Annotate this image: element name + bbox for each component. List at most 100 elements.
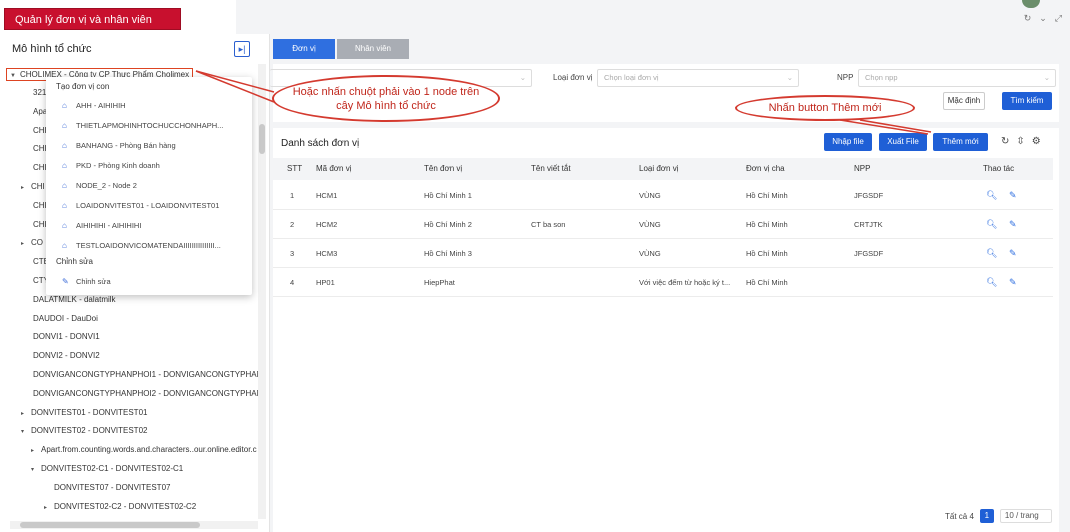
tab-don-vi[interactable]: Đơn vị	[273, 39, 335, 59]
home-icon: ⌂	[62, 141, 67, 150]
column-header: Đơn vị cha	[746, 164, 785, 173]
import-file-button[interactable]: Nhập file	[824, 133, 872, 151]
caret-icon[interactable]: ▸	[21, 410, 31, 417]
edit-icon[interactable]: ✎	[1009, 248, 1017, 259]
top-bar: Quản lý đơn vị và nhân viên ↻ ⌄ ⤢	[0, 0, 1070, 34]
pencil-icon: ✎	[62, 277, 69, 286]
page-size-select[interactable]: 10 / trang	[999, 509, 1052, 523]
caret-icon[interactable]: ▸	[44, 504, 54, 511]
column-header: Mã đơn vị	[316, 164, 352, 173]
table-row: 4 HP01 HiepPhat Với việc đếm từ hoặc ký t..…	[273, 268, 1053, 297]
caret-icon[interactable]: ▸	[21, 184, 31, 191]
caret-icon[interactable]: ▾	[21, 428, 31, 435]
tree-vertical-scrollbar[interactable]	[258, 64, 266, 519]
caret-icon[interactable]: ▾	[31, 466, 41, 473]
tree-node[interactable]: ▸ DONVITEST01 - DONVITEST01	[21, 408, 147, 417]
tree-node[interactable]: CHI	[33, 201, 47, 210]
edit-icon[interactable]: ✎	[1009, 219, 1017, 230]
context-menu-item[interactable]: ⌂ PKD - Phòng Kinh doanh	[62, 161, 160, 170]
npp-label: NPP	[837, 73, 854, 82]
chevron-down-icon[interactable]: ⌄	[1039, 13, 1047, 24]
table-header: STT Mã đơn vị Tên đơn vị Tên viết tắt Loại đ…	[273, 158, 1053, 180]
context-menu-item[interactable]: ⌂ BANHANG - Phòng Bán hàng	[62, 141, 176, 150]
tree-node[interactable]: DONVIGANCONGTYPHANPHOI1 - DONVIGANCONGTY…	[33, 370, 258, 379]
tab-nhan-vien[interactable]: Nhân viên	[337, 39, 409, 59]
context-menu-item[interactable]: ⌂ LOAIDONVITEST01 - LOAIDONVITEST01	[62, 201, 219, 210]
tree-node[interactable]: DONVI2 - DONVI2	[33, 351, 100, 360]
tree-node[interactable]: CHI	[33, 163, 47, 172]
tree-node[interactable]: ▸ DONVITEST02-C2 - DONVITEST02-C2	[44, 502, 196, 511]
export-file-button[interactable]: Xuất File	[879, 133, 927, 151]
context-menu-item[interactable]: ⌂ THIETLAPMOHINHTOCHUCCHONHAPH...	[62, 121, 223, 130]
list-toolbar-icons: ↻ ⇳ ⚙	[1001, 136, 1041, 147]
table-row: 3 HCM3 Hồ Chí Minh 3 VÙNG Hồ Chí Minh JFGSDF 🔍…	[273, 239, 1053, 268]
unit-type-select[interactable]: Chọn loại đơn vị ⌄	[597, 69, 799, 87]
table-cell: Hồ Chí Minh	[746, 278, 788, 287]
caret-down-icon: ▼	[10, 73, 16, 79]
tree-node[interactable]: 321	[33, 88, 46, 97]
context-menu-item[interactable]: ⌂ NODE_2 - Node 2	[62, 181, 137, 190]
tree-node[interactable]: DONVITEST07 - DONVITEST07	[54, 483, 170, 492]
tree-node[interactable]: ▸ CHI	[21, 182, 45, 191]
table-row: 1 HCM1 Hồ Chí Minh 1 VÙNG Hồ Chí Minh JFGSDF 🔍…	[273, 181, 1053, 210]
tree-node[interactable]: CHI	[33, 144, 47, 153]
tree-node[interactable]: ▾ DONVITEST02-C1 - DONVITEST02-C1	[31, 464, 183, 473]
caret-icon[interactable]: ▸	[21, 240, 31, 247]
caret-icon[interactable]: ▸	[31, 447, 41, 454]
column-header: Thao tác	[983, 164, 1015, 173]
tree-horizontal-scrollbar[interactable]	[10, 521, 258, 529]
gear-icon[interactable]: ⚙	[1032, 136, 1041, 147]
pagination: Tất cả 4 1 10 / trang	[945, 509, 1052, 523]
context-menu-edit-item[interactable]: ✎ Chỉnh sửa	[62, 277, 111, 286]
tree-node[interactable]: DONVI1 - DONVI1	[33, 332, 100, 341]
top-header-area: ↻ ⌄ ⤢	[236, 0, 1070, 34]
org-tree-title: Mô hình tổ chức	[12, 43, 92, 55]
tree-node[interactable]: ▾ DONVITEST02 - DONVITEST02	[21, 426, 147, 435]
refresh-icon[interactable]: ↻	[1024, 13, 1032, 24]
context-menu-item[interactable]: ⌂ TESTLOAIDONVICOMATENDAIIIIIIIIIIIIIII..…	[62, 241, 221, 250]
context-menu-item[interactable]: ⌂ AIHIHIHI - AIHIHIHI	[62, 221, 141, 230]
view-icon[interactable]: 🔍︎	[986, 219, 997, 230]
tab-bar: Đơn vị Nhân viên	[273, 39, 409, 59]
edit-icon[interactable]: ✎	[1009, 190, 1017, 201]
column-height-icon[interactable]: ⇳	[1016, 136, 1024, 147]
view-icon[interactable]: 🔍︎	[986, 277, 997, 288]
tree-node[interactable]: DALATMILK - dalatmilk	[33, 295, 116, 304]
tree-node[interactable]: ▸ CO	[21, 238, 43, 247]
add-new-callout: Nhấn button Thêm mới	[735, 95, 915, 121]
page-1-button[interactable]: 1	[979, 509, 994, 523]
tree-node[interactable]: DAUDOI - DauDoi	[33, 314, 98, 323]
view-icon[interactable]: 🔍︎	[986, 190, 997, 201]
default-button[interactable]: Mặc định	[943, 92, 985, 110]
table-cell: CRTJTK	[854, 220, 883, 229]
tree-node[interactable]: CHI	[33, 126, 47, 135]
table-cell: Hồ Chí Minh 2	[424, 220, 472, 229]
table-cell: VÙNG	[639, 220, 661, 229]
avatar[interactable]	[1022, 0, 1040, 8]
refresh-icon[interactable]: ↻	[1001, 136, 1009, 147]
expand-icon[interactable]: ⤢	[1055, 13, 1062, 24]
home-icon: ⌂	[62, 241, 67, 250]
tree-node[interactable]: DONVIGANCONGTYPHANPHOI2 - DONVIGANCONGTY…	[33, 389, 258, 398]
search-button[interactable]: Tìm kiếm	[1002, 92, 1052, 110]
npp-select[interactable]: Chọn npp ⌄	[858, 69, 1056, 87]
table-cell: HCM2	[316, 220, 338, 229]
org-tree-header: Mô hình tổ chức ▸|	[0, 34, 270, 62]
view-icon[interactable]: 🔍︎	[986, 248, 997, 259]
unit-list-panel: Danh sách đơn vị Nhập file Xuất File Thê…	[273, 128, 1059, 532]
collapse-panel-button[interactable]: ▸|	[234, 41, 250, 57]
home-icon: ⌂	[62, 221, 67, 230]
table-row: 2 HCM2 Hồ Chí Minh 2 CT ba son VÙNG Hồ Chí Mi…	[273, 210, 1053, 239]
home-icon: ⌂	[62, 121, 67, 130]
tree-node[interactable]: CHI	[33, 220, 47, 229]
tree-node[interactable]: ▸ Apart.from.counting.words.and.character…	[31, 445, 257, 454]
table-cell: HiepPhat	[424, 278, 455, 287]
add-new-button[interactable]: Thêm mới	[933, 133, 988, 151]
column-header: NPP	[854, 164, 871, 173]
edit-icon[interactable]: ✎	[1009, 277, 1017, 288]
context-menu-item[interactable]: ⌂ AHH - AIHIHIH	[62, 101, 126, 110]
table-cell: VÙNG	[639, 191, 661, 200]
table-cell: 1	[290, 191, 295, 200]
column-header: STT	[287, 164, 303, 173]
table-cell: Hồ Chí Minh	[746, 191, 788, 200]
